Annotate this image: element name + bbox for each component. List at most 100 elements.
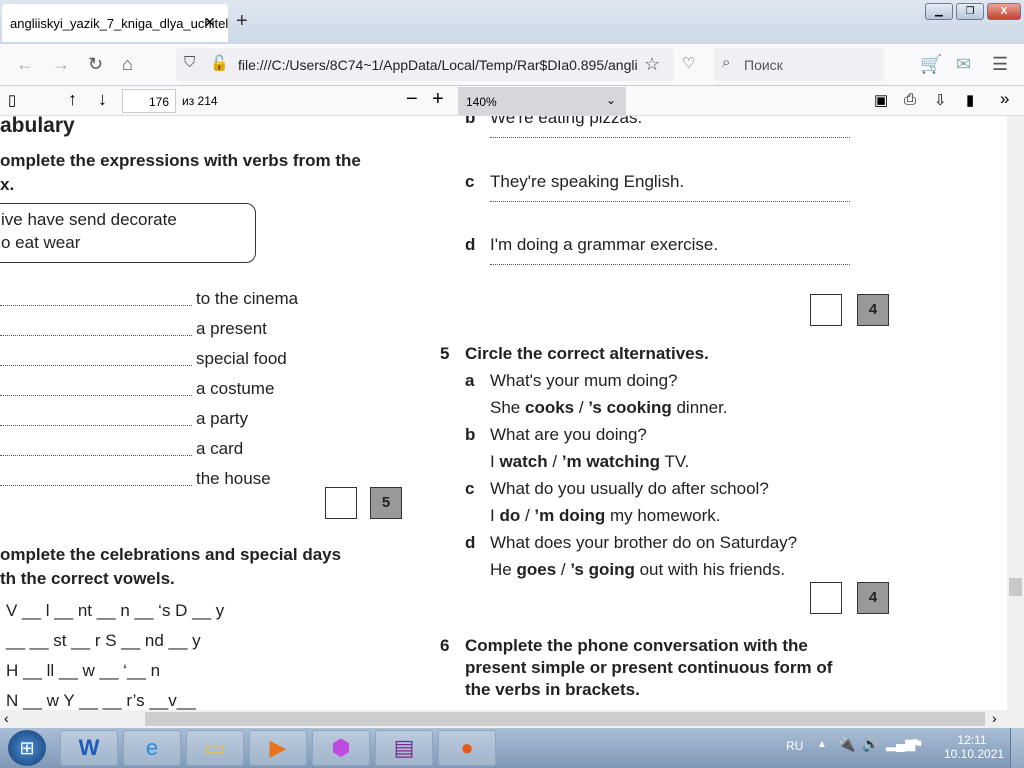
mail-icon[interactable]: ✉ — [956, 54, 971, 75]
score-box: 5 — [370, 487, 402, 519]
home-icon[interactable]: ⌂ — [122, 54, 133, 75]
option-2[interactable]: ’s cooking — [588, 398, 671, 417]
start-button[interactable]: ⊞ — [8, 730, 46, 766]
answer-line — [0, 395, 192, 396]
power-icon[interactable]: 🔌 — [838, 736, 855, 753]
answer-line — [490, 137, 850, 138]
app-icon[interactable]: ⬢ — [312, 730, 370, 766]
firefox-icon[interactable]: ● — [438, 730, 496, 766]
show-desktop-button[interactable] — [1010, 728, 1024, 768]
zoom-select[interactable]: 140% ⌄ — [458, 87, 626, 115]
back-icon[interactable]: ← — [16, 54, 34, 75]
navigation-bar: ← → ↻ ⌂ file:///C:/Users/8C74~1/AppData/… — [0, 44, 1024, 86]
close-window-button[interactable]: X — [987, 3, 1021, 20]
page-total: из 214 — [182, 94, 218, 108]
option-1[interactable]: watch — [499, 452, 547, 471]
scroll-left-icon[interactable]: ‹ — [4, 710, 9, 726]
scroll-thumb[interactable] — [1009, 578, 1022, 596]
answer-line — [490, 201, 850, 202]
language-indicator[interactable]: RU — [786, 739, 803, 753]
answer-line — [0, 485, 192, 486]
answer-sentence: He goes / ’s going out with his friends. — [490, 560, 786, 579]
expression-item: to the cinema — [196, 289, 299, 308]
zoom-in-icon[interactable]: + — [432, 88, 444, 111]
tab-title: angliiskyi_yazik_7_kniga_dlya_uchitel — [10, 16, 228, 31]
internet-explorer-icon[interactable]: e — [123, 730, 181, 766]
option-1[interactable]: do — [499, 506, 520, 525]
pocket-icon[interactable]: ♡ — [682, 54, 695, 72]
expression-item: a card — [196, 439, 244, 458]
answer-line — [0, 455, 192, 456]
option-2[interactable]: ’m watching — [562, 452, 660, 471]
sidebar-toggle-icon[interactable]: ▯ — [8, 91, 16, 109]
scroll-thumb[interactable] — [145, 712, 985, 726]
media-player-icon[interactable]: ▶ — [249, 730, 307, 766]
question: What's your mum doing? — [490, 371, 678, 390]
restore-button[interactable]: ❐ — [956, 3, 984, 20]
scroll-right-icon[interactable]: › — [992, 710, 997, 726]
browser-tab[interactable]: angliiskyi_yazik_7_kniga_dlya_uchitel — [2, 4, 228, 42]
option-1[interactable]: goes — [516, 560, 556, 579]
pdf-page: abulary omplete the expressions with ver… — [0, 116, 1007, 710]
vowel-item: H __ ll __ w __ ‘__ n — [6, 661, 161, 680]
file-explorer-icon[interactable]: ▭ — [186, 730, 244, 766]
bookmark-star-icon[interactable]: ☆ — [644, 54, 660, 75]
clock[interactable]: 12:11 10.10.2021 — [944, 733, 1005, 761]
vertical-scrollbar[interactable] — [1007, 116, 1024, 710]
volume-icon[interactable]: 🔊 — [862, 736, 879, 753]
option-1[interactable]: cooks — [525, 398, 574, 417]
shield-icon[interactable]: ⛉ — [184, 54, 195, 71]
search-placeholder: Поиск — [744, 57, 783, 73]
score-box: 4 — [857, 294, 889, 326]
previous-page-icon[interactable]: ↑ — [68, 89, 77, 110]
zoom-out-icon[interactable]: − — [406, 88, 418, 111]
expression-item: special food — [196, 349, 287, 368]
item-letter: c — [465, 479, 475, 498]
new-tab-button[interactable]: + — [236, 10, 248, 33]
tab-bar: angliiskyi_yazik_7_kniga_dlya_uchitel ✕ … — [0, 0, 1024, 44]
answer-box — [325, 487, 357, 519]
show-hidden-icons[interactable]: ▲ — [817, 739, 827, 750]
reload-icon[interactable]: ↻ — [88, 54, 103, 75]
more-tools-icon[interactable]: » — [1000, 89, 1009, 109]
exercise-instruction: omplete the celebrations and special day… — [0, 545, 342, 564]
time: 12:11 — [957, 733, 987, 747]
option-2[interactable]: ’s going — [570, 560, 635, 579]
forward-icon[interactable]: → — [52, 54, 70, 75]
word-box-line: o eat wear — [1, 233, 81, 252]
answer-line — [0, 365, 192, 366]
bookmark-icon[interactable]: ▮ — [966, 91, 974, 109]
date: 10.10.2021 — [944, 747, 1005, 761]
expression-item: the house — [196, 469, 271, 488]
option-2[interactable]: ’m doing — [534, 506, 605, 525]
exercise-number: 5 — [440, 344, 450, 363]
exercise-instruction: x. — [0, 175, 15, 194]
action-center-icon[interactable]: ⚑ — [911, 736, 924, 753]
save-icon[interactable]: ⇩ — [934, 91, 947, 109]
exercise-number: 6 — [440, 636, 450, 655]
item-text: We're eating pizzas. — [490, 116, 643, 127]
exercise-instruction: th the correct vowels. — [0, 569, 175, 588]
search-input[interactable]: Поиск — [714, 48, 884, 81]
item-letter: b — [465, 116, 476, 127]
insecure-lock-icon[interactable]: 🔓 — [210, 54, 229, 72]
presentation-icon[interactable]: ▣ — [874, 91, 888, 109]
close-tab-icon[interactable]: ✕ — [204, 14, 216, 31]
cart-icon[interactable]: 🛒 — [920, 54, 942, 75]
answer-box — [810, 582, 842, 614]
zoom-value: 140% — [466, 95, 497, 109]
answer-line — [490, 264, 850, 265]
page-number-input[interactable]: 176 — [122, 89, 176, 113]
url-bar[interactable]: file:///C:/Users/8C74~1/AppData/Local/Te… — [176, 48, 674, 81]
word-icon[interactable]: W — [60, 730, 118, 766]
horizontal-scrollbar[interactable]: ‹ › — [0, 710, 1024, 728]
menu-icon[interactable]: ☰ — [992, 54, 1008, 75]
answer-sentence: I watch / ’m watching TV. — [490, 452, 690, 471]
exercise-title: Circle the correct alternatives. — [465, 344, 709, 363]
section-heading: abulary — [0, 116, 75, 137]
question: What do you usually do after school? — [490, 479, 769, 498]
minimize-button[interactable]: ▁ — [925, 3, 953, 20]
print-icon[interactable]: ⎙ — [904, 91, 916, 108]
next-page-icon[interactable]: ↓ — [98, 89, 107, 110]
winrar-icon[interactable]: ▤ — [375, 730, 433, 766]
